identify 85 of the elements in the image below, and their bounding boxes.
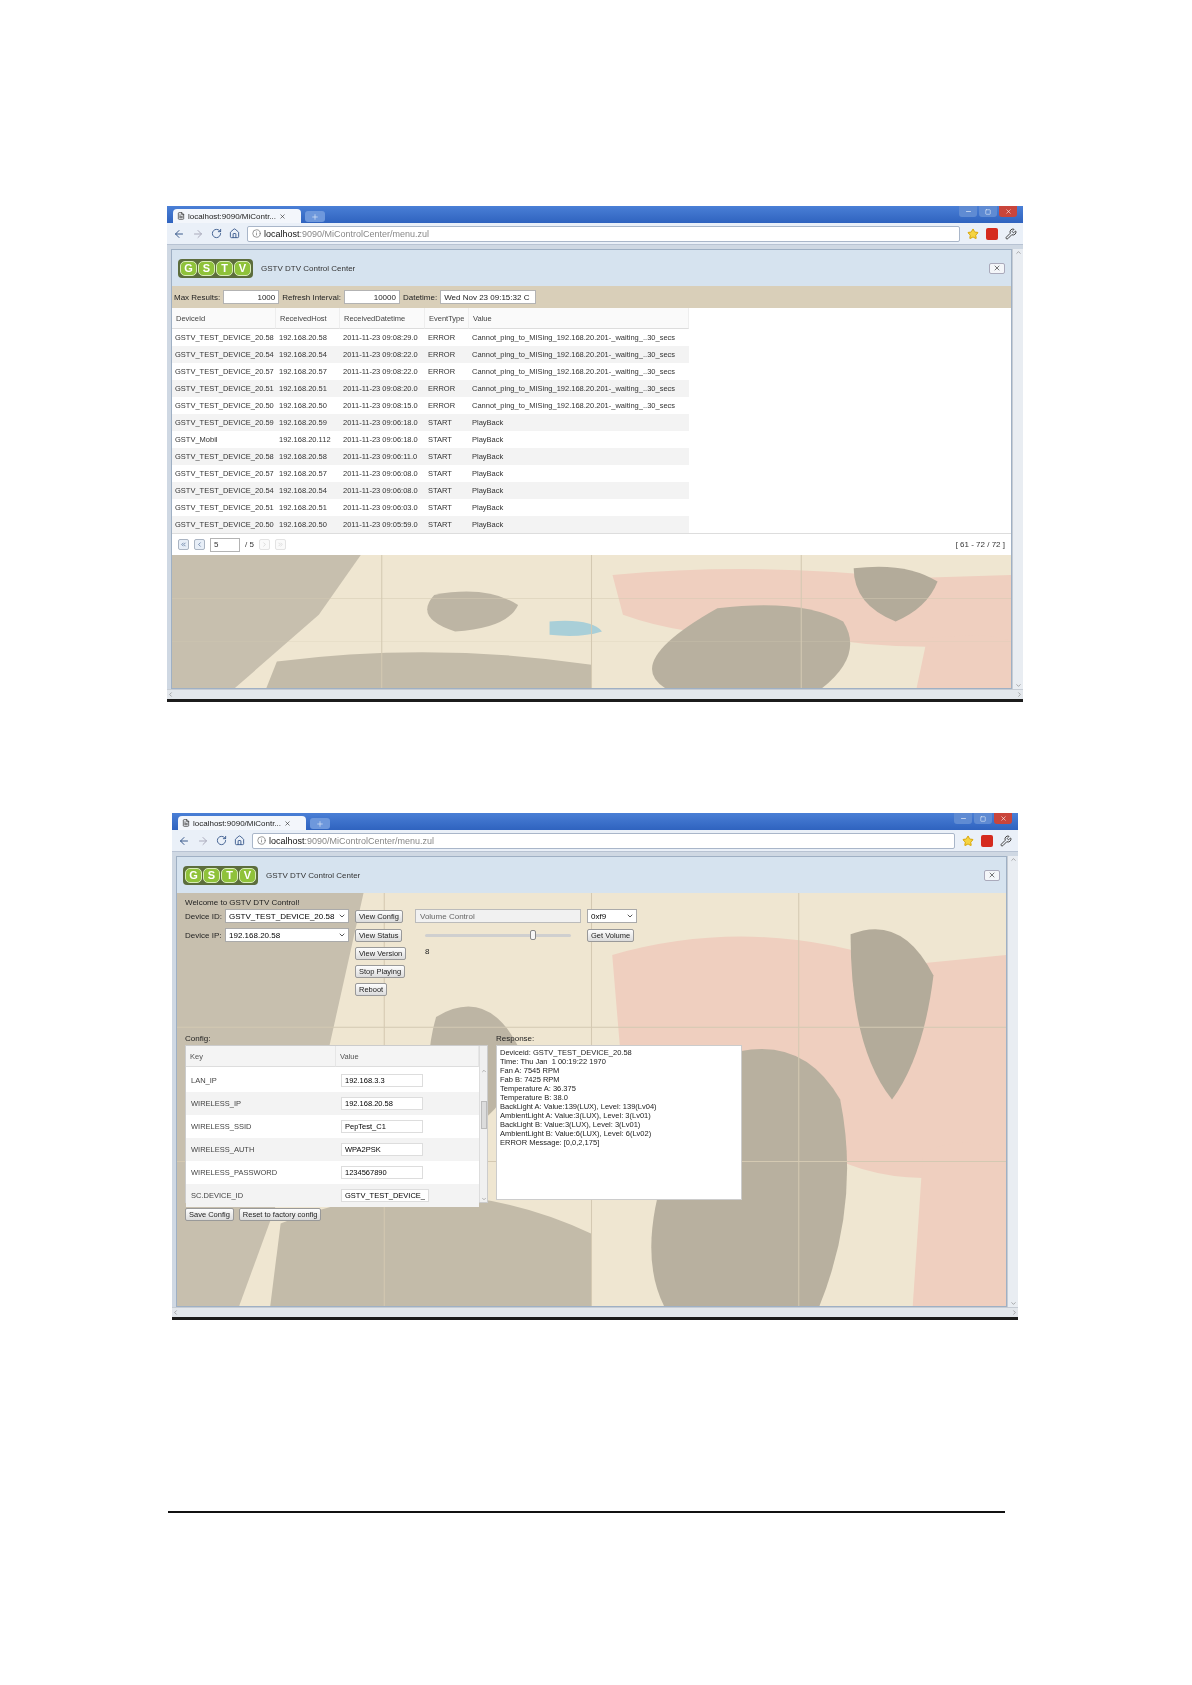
volume-select[interactable]: 0xf9 — [587, 909, 637, 923]
logo: G S T V — [178, 258, 253, 278]
forward-icon[interactable] — [197, 834, 209, 847]
close-icon — [999, 815, 1007, 822]
filter-field[interactable]: 1000 — [223, 290, 280, 304]
filter-label: Refresh Interval: — [282, 292, 341, 302]
chevron-icon — [196, 541, 203, 548]
minimize-icon — [964, 208, 972, 215]
tab-title: localhost:9090/MiContr... — [193, 818, 282, 828]
chevron-icon — [260, 541, 268, 548]
pdf-icon[interactable] — [981, 834, 993, 847]
tab-title: localhost:9090/MiContr... — [188, 211, 277, 221]
address-field[interactable]: localhost:9090/MiControlCenter/menu.zul — [252, 832, 955, 849]
filter-label: Max Results: — [174, 292, 221, 302]
plus-icon — [311, 212, 319, 221]
page-icon — [177, 212, 185, 220]
dropdown-icon — [338, 912, 346, 920]
close-icon — [993, 264, 1001, 272]
close-icon[interactable] — [279, 212, 287, 220]
close-icon — [1004, 208, 1012, 215]
horizontal-scrollbar[interactable] — [172, 1307, 1018, 1317]
star-icon[interactable] — [967, 227, 979, 240]
volume-reading: 8 — [424, 947, 431, 956]
response-box[interactable] — [496, 1045, 742, 1200]
filter-field[interactable]: Wed Nov 23 09:15:32 C — [440, 290, 537, 304]
page-total: / 5 — [245, 540, 254, 549]
record-range: [ 61 - 72 / 72 ] — [955, 540, 1005, 549]
close-icon — [988, 871, 996, 879]
volume-field[interactable]: Volume Control — [415, 909, 581, 923]
vertical-scrollbar[interactable] — [1012, 249, 1023, 689]
pdf-icon[interactable] — [986, 227, 998, 240]
address-field[interactable]: localhost:9090/MiControlCenter/menu.zul — [247, 225, 960, 242]
maximize-icon — [980, 815, 986, 822]
page-field[interactable]: 5 — [210, 537, 240, 552]
maximize-icon — [985, 208, 991, 215]
close-icon[interactable] — [284, 819, 292, 827]
app-title: GSTV DTV Control Center — [266, 870, 361, 880]
info-icon[interactable] — [252, 229, 261, 238]
close-button[interactable] — [984, 869, 1000, 881]
filter-field[interactable]: 10000 — [343, 290, 400, 304]
home-icon[interactable] — [234, 835, 245, 846]
slider-thumb[interactable] — [530, 929, 537, 940]
plus-icon — [316, 819, 324, 828]
star-icon[interactable] — [962, 834, 974, 847]
device-ip-label: Device IP: — [185, 930, 219, 940]
config-label: Config: — [185, 1034, 212, 1043]
wrench-icon[interactable] — [1005, 227, 1017, 240]
table-scrollbar[interactable] — [479, 1046, 487, 1202]
welcome-text: Welcome to GSTV DTV Control! — [185, 898, 301, 907]
filter-label: Datetime: — [402, 292, 438, 302]
device-ip-select[interactable]: 192.168.20.58 — [225, 928, 349, 942]
dropdown-icon — [338, 931, 346, 939]
page-icon — [182, 819, 190, 827]
prev-page-button[interactable] — [194, 539, 205, 550]
minimize-button[interactable] — [954, 813, 972, 824]
app-title: GSTV DTV Control Center — [261, 263, 356, 273]
back-icon[interactable] — [173, 227, 185, 240]
close-button[interactable] — [999, 206, 1017, 217]
browser-tab[interactable]: localhost:9090/MiContr... — [173, 209, 301, 223]
back-icon[interactable] — [178, 834, 190, 847]
browser-tab[interactable]: localhost:9090/MiContr... — [178, 816, 306, 830]
vertical-scrollbar[interactable] — [1007, 856, 1018, 1307]
dropdown-icon — [626, 912, 634, 920]
chevron-icon — [276, 541, 284, 548]
reload-icon[interactable] — [211, 228, 222, 239]
forward-icon[interactable] — [192, 227, 204, 240]
maximize-button[interactable] — [974, 813, 992, 824]
wrench-icon[interactable] — [1000, 834, 1012, 847]
new-tab-button[interactable] — [310, 818, 330, 829]
minimize-icon — [959, 815, 967, 822]
minimize-button[interactable] — [959, 206, 977, 217]
logo: G S T V — [183, 865, 258, 885]
volume-slider[interactable] — [425, 933, 571, 937]
new-tab-button[interactable] — [305, 211, 325, 222]
close-button[interactable] — [989, 262, 1005, 274]
close-button[interactable] — [994, 813, 1012, 824]
horizontal-scrollbar[interactable] — [167, 689, 1023, 699]
maximize-button[interactable] — [979, 206, 997, 217]
first-page-button[interactable] — [178, 539, 189, 550]
device-id-select[interactable]: GSTV_TEST_DEVICE_20.58 — [225, 909, 349, 923]
response-label: Response: — [496, 1034, 536, 1043]
info-icon[interactable] — [257, 836, 266, 845]
reload-icon[interactable] — [216, 835, 227, 846]
home-icon[interactable] — [229, 228, 240, 239]
chevron-icon — [180, 541, 187, 548]
